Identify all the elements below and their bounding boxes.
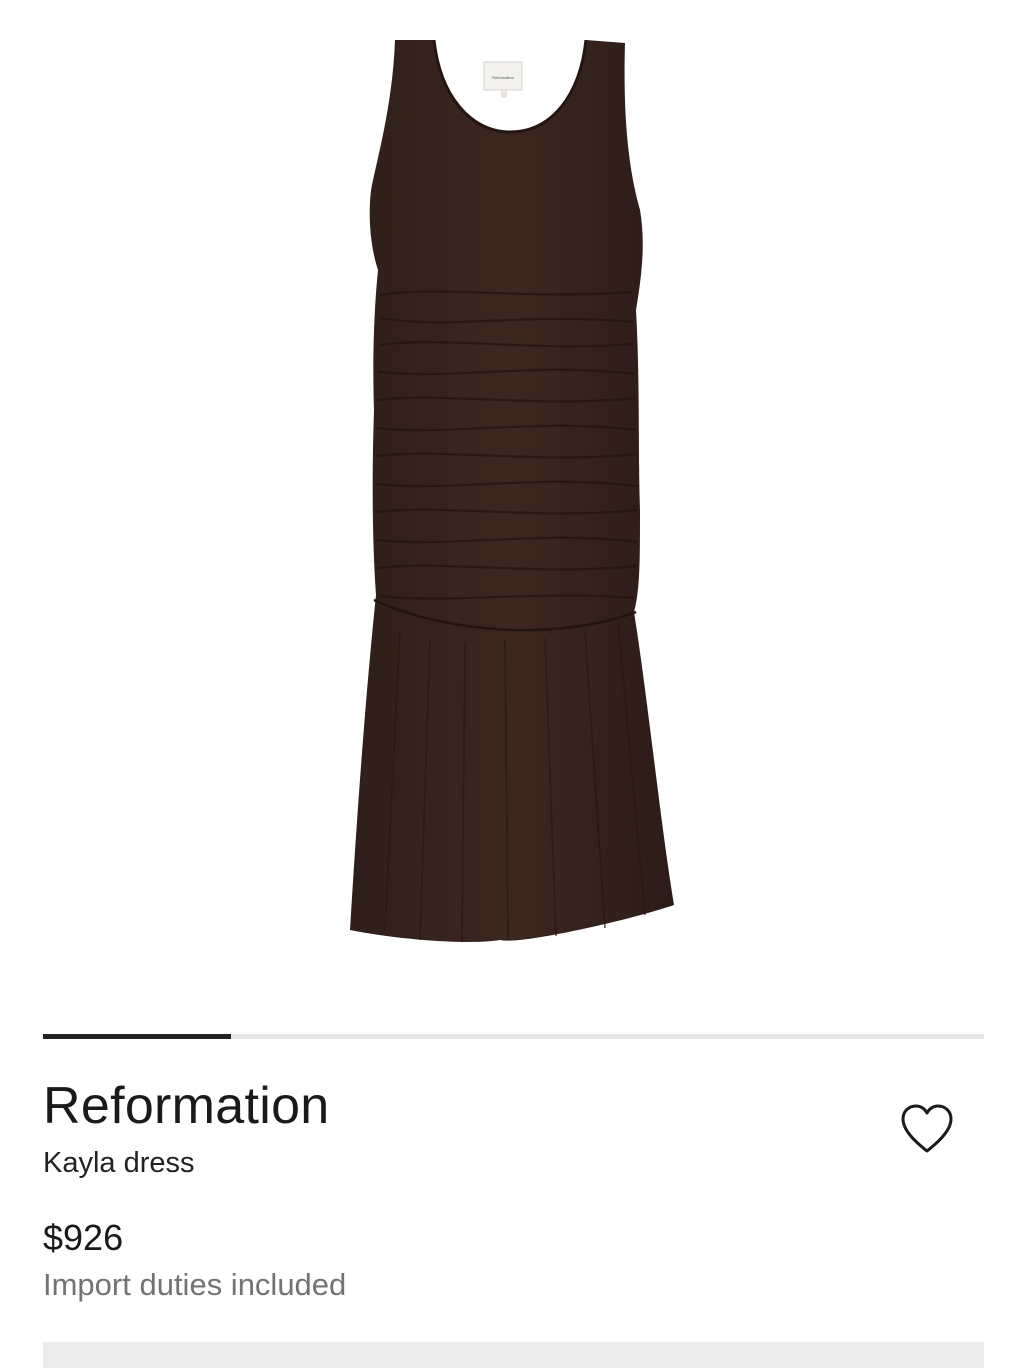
bottom-action-bar[interactable]	[43, 1342, 984, 1368]
product-info: Reformation Kayla dress $926 Import duti…	[43, 1072, 984, 1305]
product-image: Reformation	[350, 39, 674, 943]
product-image-gallery[interactable]: Reformation	[0, 0, 1026, 1000]
brand-name[interactable]: Reformation	[43, 1072, 984, 1140]
dress-shape	[350, 40, 674, 942]
product-page: Reformation Reformation Kayla dress $926…	[0, 0, 1026, 1368]
heart-outline-icon	[901, 1104, 953, 1153]
product-name: Kayla dress	[43, 1147, 195, 1179]
duties-note: Import duties included	[43, 1267, 347, 1302]
gallery-progress-bar	[43, 1034, 984, 1039]
garment-label: Reformation	[492, 75, 514, 80]
product-price: $926	[43, 1217, 124, 1258]
gallery-progress-indicator	[43, 1034, 232, 1039]
wishlist-button[interactable]	[893, 1098, 961, 1160]
